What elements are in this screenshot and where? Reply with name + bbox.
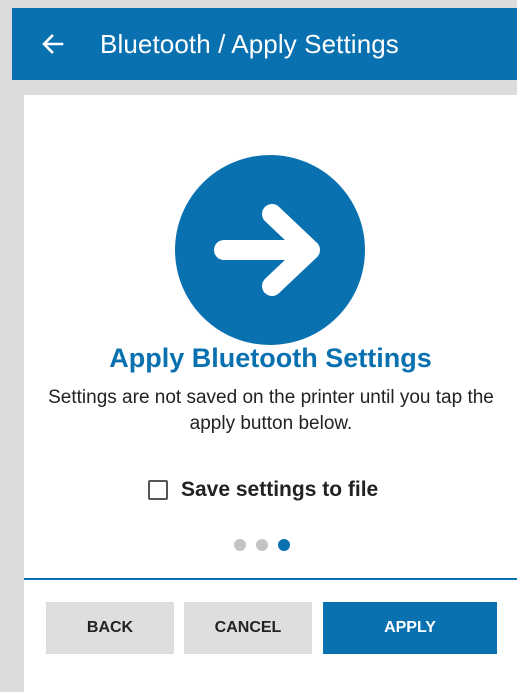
apply-button[interactable]: APPLY: [323, 602, 497, 654]
page-dot-2: [256, 539, 268, 551]
back-button[interactable]: BACK: [46, 602, 174, 654]
cancel-button[interactable]: CANCEL: [184, 602, 312, 654]
divider: [24, 578, 517, 580]
page-dot-1: [234, 539, 246, 551]
page-title: Bluetooth / Apply Settings: [100, 28, 399, 59]
description-text: Settings are not saved on the printer un…: [48, 387, 494, 434]
page-dot-3-active: [278, 539, 290, 551]
save-settings-checkbox[interactable]: [148, 480, 168, 500]
content-panel: Apply Bluetooth Settings Settings are no…: [24, 95, 517, 692]
arrow-left-icon[interactable]: [40, 31, 66, 57]
save-settings-option[interactable]: Save settings to file: [148, 478, 378, 502]
save-settings-label: Save settings to file: [181, 478, 379, 501]
section-heading: Apply Bluetooth Settings: [109, 343, 432, 373]
app-bar: Bluetooth / Apply Settings: [12, 8, 517, 80]
arrow-right-icon: [175, 155, 365, 345]
page-indicator: [234, 539, 290, 551]
